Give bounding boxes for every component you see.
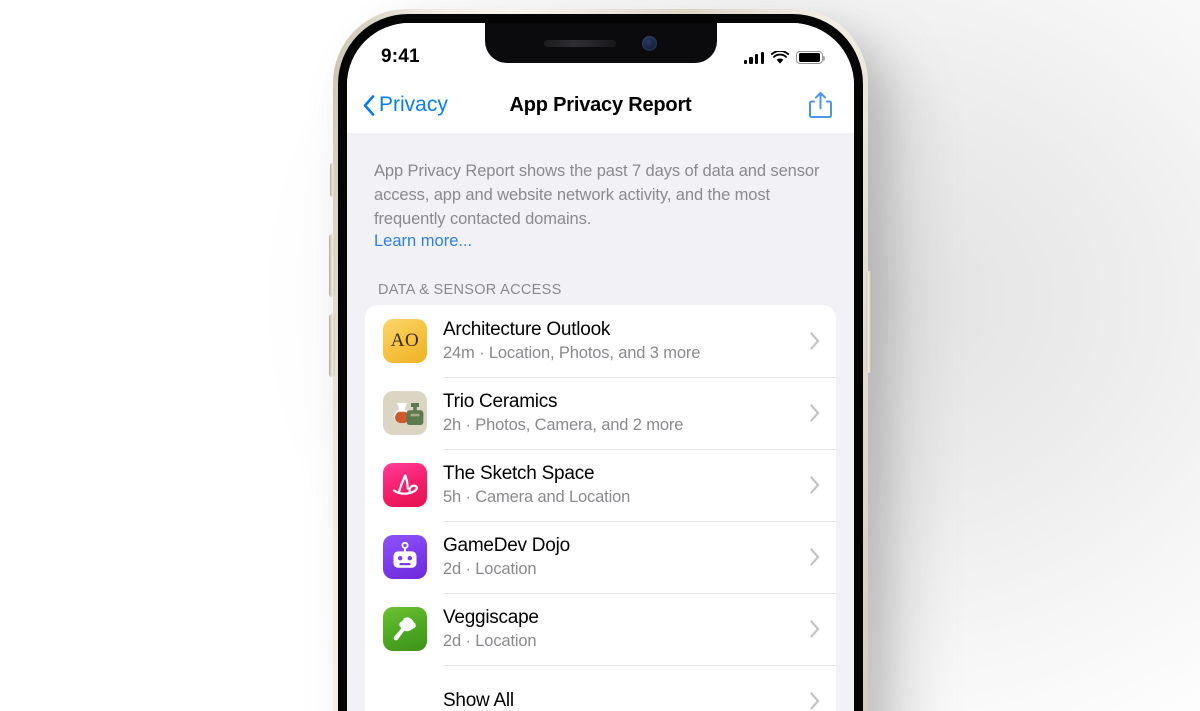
app-list: AO Architecture Outlook 24m · Location, …: [365, 305, 836, 711]
architecture-outlook-app-icon: AO: [383, 319, 427, 364]
list-item-text: Veggiscape 2d · Location: [443, 606, 802, 652]
app-name: Architecture Outlook: [443, 319, 611, 341]
chevron-left-icon: [363, 94, 375, 116]
app-access-detail: 2d · Location: [443, 559, 537, 578]
ceramic-vases-glyph: [394, 403, 424, 426]
volume-up-button[interactable]: [329, 234, 335, 297]
back-button-label: Privacy: [379, 93, 448, 116]
chevron-right-icon: [810, 476, 820, 494]
show-all-label: Show All: [443, 690, 514, 711]
list-item-trio-ceramics[interactable]: Trio Ceramics 2h · Photos, Camera, and 2…: [365, 377, 836, 449]
chevron-right-icon: [810, 620, 820, 638]
page-content: App Privacy Report shows the past 7 days…: [347, 133, 854, 711]
mute-switch-button[interactable]: [330, 163, 335, 197]
chevron-right-icon: [810, 332, 820, 350]
app-access-detail: 2d · Location: [443, 631, 537, 650]
iphone-device: 9:41 Privacy App Privacy Report App Priv…: [329, 9, 872, 711]
chevron-right-icon: [810, 692, 820, 710]
device-notch: [484, 23, 717, 63]
description-text: App Privacy Report shows the past 7 days…: [374, 162, 820, 229]
calligraphy-mark-glyph: [392, 474, 418, 495]
veggiscape-app-icon: [383, 607, 427, 652]
list-item-gamedev-dojo[interactable]: GameDev Dojo 2d · Location: [365, 521, 836, 593]
navigation-bar: Privacy App Privacy Report: [347, 77, 854, 133]
app-access-detail: 2h · Photos, Camera, and 2 more: [443, 415, 684, 434]
list-item-the-sketch-space[interactable]: The Sketch Space 5h · Camera and Locatio…: [365, 449, 836, 521]
list-item-veggiscape[interactable]: Veggiscape 2d · Location: [365, 593, 836, 665]
list-item-show-all[interactable]: Show All: [365, 665, 836, 711]
wifi-icon: [771, 50, 789, 64]
list-item-text: Architecture Outlook 24m · Location, Pho…: [443, 318, 802, 364]
app-name: GameDev Dojo: [443, 535, 570, 557]
phone-screen: 9:41 Privacy App Privacy Report App Priv…: [347, 23, 854, 711]
list-item-text: GameDev Dojo 2d · Location: [443, 534, 802, 580]
app-name: Trio Ceramics: [443, 391, 558, 413]
front-camera-icon: [642, 35, 657, 51]
cellular-signal-icon: [743, 51, 764, 64]
battery-icon: [796, 50, 826, 65]
broccoli-glyph: [393, 617, 416, 641]
robot-head-glyph: [393, 542, 417, 569]
list-item-text: The Sketch Space 5h · Camera and Locatio…: [443, 462, 802, 508]
status-bar-time: 9:41: [381, 46, 420, 67]
chevron-right-icon: [810, 548, 820, 566]
device-bezel: 9:41 Privacy App Privacy Report App Priv…: [338, 14, 863, 711]
app-icon-monogram: AO: [390, 330, 420, 352]
status-bar-indicators: [743, 50, 826, 65]
trio-ceramics-app-icon: [383, 391, 427, 436]
volume-down-button[interactable]: [329, 314, 335, 377]
section-header-data-sensor-access: DATA & SENSOR ACCESS: [378, 282, 562, 299]
app-name: The Sketch Space: [443, 463, 595, 485]
app-access-detail: 24m · Location, Photos, and 3 more: [443, 343, 701, 362]
share-icon: [809, 92, 832, 118]
learn-more-link[interactable]: Learn more...: [374, 232, 472, 251]
description-block: App Privacy Report shows the past 7 days…: [347, 133, 854, 251]
earpiece-speaker-icon: [544, 39, 616, 47]
app-name: Veggiscape: [443, 607, 539, 629]
back-button-privacy[interactable]: Privacy: [363, 93, 448, 117]
list-item-text: Trio Ceramics 2h · Photos, Camera, and 2…: [443, 390, 802, 436]
gamedev-dojo-app-icon: [383, 535, 427, 580]
app-access-detail: 5h · Camera and Location: [443, 487, 631, 506]
list-item-architecture-outlook[interactable]: AO Architecture Outlook 24m · Location, …: [365, 305, 836, 377]
the-sketch-space-app-icon: [383, 463, 427, 508]
chevron-right-icon: [810, 404, 820, 422]
power-button[interactable]: [866, 271, 872, 373]
share-button[interactable]: [809, 91, 832, 119]
